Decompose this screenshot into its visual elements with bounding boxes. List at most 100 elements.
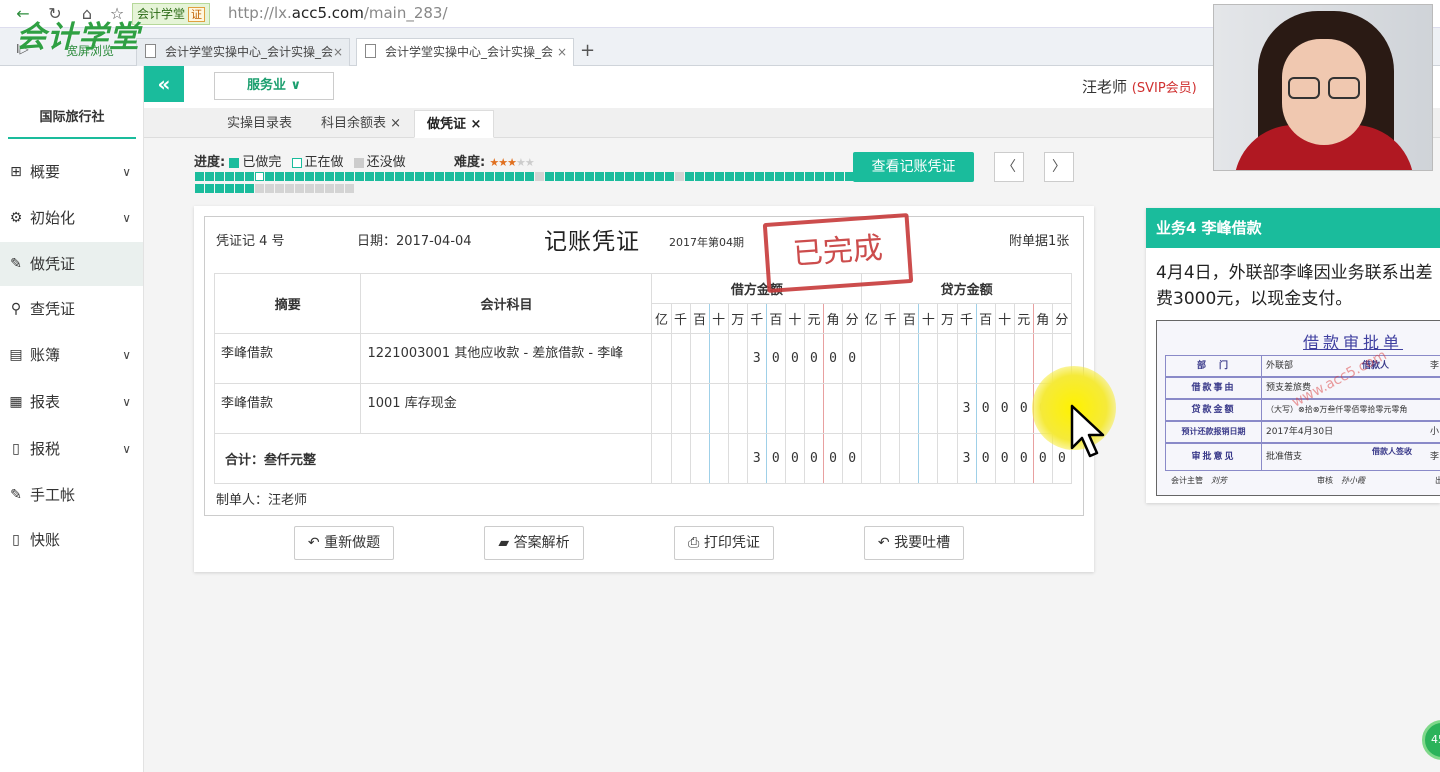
progress-cell[interactable] (355, 172, 364, 181)
progress-cell[interactable] (485, 172, 494, 181)
credit-digit[interactable]: 0 (994, 433, 1015, 484)
progress-cell[interactable] (655, 172, 664, 181)
progress-cell[interactable] (265, 184, 274, 193)
debit-digit[interactable] (651, 333, 672, 384)
user-info[interactable]: 汪老师 (SVIP会员) (1082, 76, 1197, 97)
progress-cell[interactable] (825, 172, 834, 181)
view-voucher-button[interactable]: 查看记账凭证 (853, 152, 974, 182)
debit-digit[interactable] (670, 333, 691, 384)
sidebar-item-reports[interactable]: ▦ 报表 ∨ (0, 380, 143, 424)
debit-digit[interactable] (727, 333, 748, 384)
progress-cell[interactable] (735, 172, 744, 181)
progress-cell[interactable] (345, 172, 354, 181)
progress-cell[interactable] (565, 172, 574, 181)
credit-digit[interactable] (1013, 333, 1034, 384)
progress-cell[interactable] (495, 172, 504, 181)
debit-digit[interactable] (727, 383, 748, 434)
progress-cell[interactable] (325, 172, 334, 181)
credit-digit[interactable]: 0 (1013, 383, 1034, 434)
sidebar-item-ledger[interactable]: ▤ 账簿 ∨ (0, 333, 143, 377)
progress-cell[interactable] (255, 172, 264, 181)
progress-cell[interactable] (205, 172, 214, 181)
sidebar-item-tax[interactable]: ▯ 报税 ∨ (0, 427, 143, 471)
debit-digit[interactable] (803, 383, 825, 434)
progress-cell[interactable] (635, 172, 644, 181)
debit-digit[interactable] (670, 383, 691, 434)
progress-cell[interactable] (295, 172, 304, 181)
progress-cell[interactable] (455, 172, 464, 181)
progress-cell[interactable] (695, 172, 704, 181)
progress-cell[interactable] (575, 172, 584, 181)
debit-digit[interactable]: 3 (746, 433, 767, 484)
loan-approval-form-image[interactable]: 借款审批单 部 门外联部 借款人李 借款事由 预支差旅费 贷款金额 （大写）⊗拾⊗万叁… (1156, 320, 1440, 496)
credit-digit[interactable] (956, 333, 977, 384)
progress-cell[interactable] (415, 172, 424, 181)
url-input[interactable]: http://lx.acc5.com/main_283/ (228, 4, 448, 22)
progress-cell[interactable] (375, 172, 384, 181)
credit-digit[interactable]: 0 (1013, 433, 1034, 484)
progress-cell[interactable] (525, 172, 534, 181)
progress-cell[interactable] (405, 172, 414, 181)
progress-cell[interactable] (335, 172, 344, 181)
progress-cell[interactable] (225, 184, 234, 193)
progress-cell[interactable] (215, 172, 224, 181)
summary-cell[interactable]: 李峰借款 (213, 383, 362, 434)
debit-digit[interactable] (651, 433, 672, 484)
summary-cell[interactable]: 李峰借款 (213, 333, 362, 384)
credit-digit[interactable] (918, 433, 939, 484)
progress-cell[interactable] (235, 184, 244, 193)
site-identity-chip[interactable]: 会计学堂证 (132, 3, 211, 25)
debit-digit[interactable] (784, 383, 805, 434)
debit-digit[interactable]: 0 (765, 433, 786, 484)
progress-cell[interactable] (335, 184, 344, 193)
progress-cell[interactable] (265, 172, 274, 181)
progress-cell[interactable] (515, 172, 524, 181)
progress-cell[interactable] (805, 172, 814, 181)
progress-cell[interactable] (325, 184, 334, 193)
progress-cell[interactable] (215, 184, 224, 193)
progress-cell[interactable] (315, 172, 324, 181)
close-icon[interactable]: × (390, 116, 401, 131)
progress-cell[interactable] (435, 172, 444, 181)
sidebar-item-manual[interactable]: ✎ 手工帐 (0, 473, 143, 517)
credit-digit[interactable] (994, 333, 1015, 384)
debit-digit[interactable] (842, 383, 863, 434)
progress-cell[interactable] (305, 172, 314, 181)
debit-digit[interactable] (708, 333, 729, 384)
progress-cell[interactable] (605, 172, 614, 181)
credit-digit[interactable]: 0 (975, 383, 996, 434)
progress-cell[interactable] (225, 172, 234, 181)
progress-cell[interactable] (285, 172, 294, 181)
new-tab-icon[interactable]: + (580, 40, 595, 61)
progress-cell[interactable] (305, 184, 314, 193)
feedback-button[interactable]: ↶ 我要吐槽 (864, 526, 964, 560)
progress-cell[interactable] (465, 172, 474, 181)
credit-digit[interactable] (899, 333, 920, 384)
progress-cell[interactable] (365, 172, 374, 181)
close-icon[interactable]: × (557, 39, 567, 65)
credit-digit[interactable] (880, 433, 901, 484)
collapse-sidebar-button[interactable]: « (144, 66, 184, 102)
credit-digit[interactable] (861, 383, 882, 434)
credit-digit[interactable] (899, 383, 920, 434)
table-row[interactable]: 李峰借款 1001 库存现金 300000 (213, 383, 1073, 434)
progress-cell[interactable] (345, 184, 354, 193)
progress-cell[interactable] (625, 172, 634, 181)
progress-cell[interactable] (285, 184, 294, 193)
progress-cell[interactable] (385, 172, 394, 181)
tab-account-balance[interactable]: 科目余额表 × (309, 110, 413, 138)
answer-analysis-button[interactable]: ▰ 答案解析 (484, 526, 584, 560)
debit-digit[interactable]: 0 (822, 433, 844, 484)
progress-cell[interactable] (685, 172, 694, 181)
credit-digit[interactable]: 3 (956, 383, 977, 434)
debit-digit[interactable]: 0 (803, 433, 825, 484)
progress-cell[interactable] (615, 172, 624, 181)
debit-digit[interactable] (689, 333, 710, 384)
tab-practice-index[interactable]: 实操目录表 (215, 110, 304, 138)
sidebar-item-make-voucher[interactable]: ✎ 做凭证 (0, 242, 143, 286)
credit-digit[interactable]: 3 (956, 433, 977, 484)
progress-cell[interactable] (475, 172, 484, 181)
credit-digit[interactable]: 0 (975, 433, 996, 484)
credit-digit[interactable] (937, 433, 958, 484)
debit-digit[interactable] (670, 433, 691, 484)
